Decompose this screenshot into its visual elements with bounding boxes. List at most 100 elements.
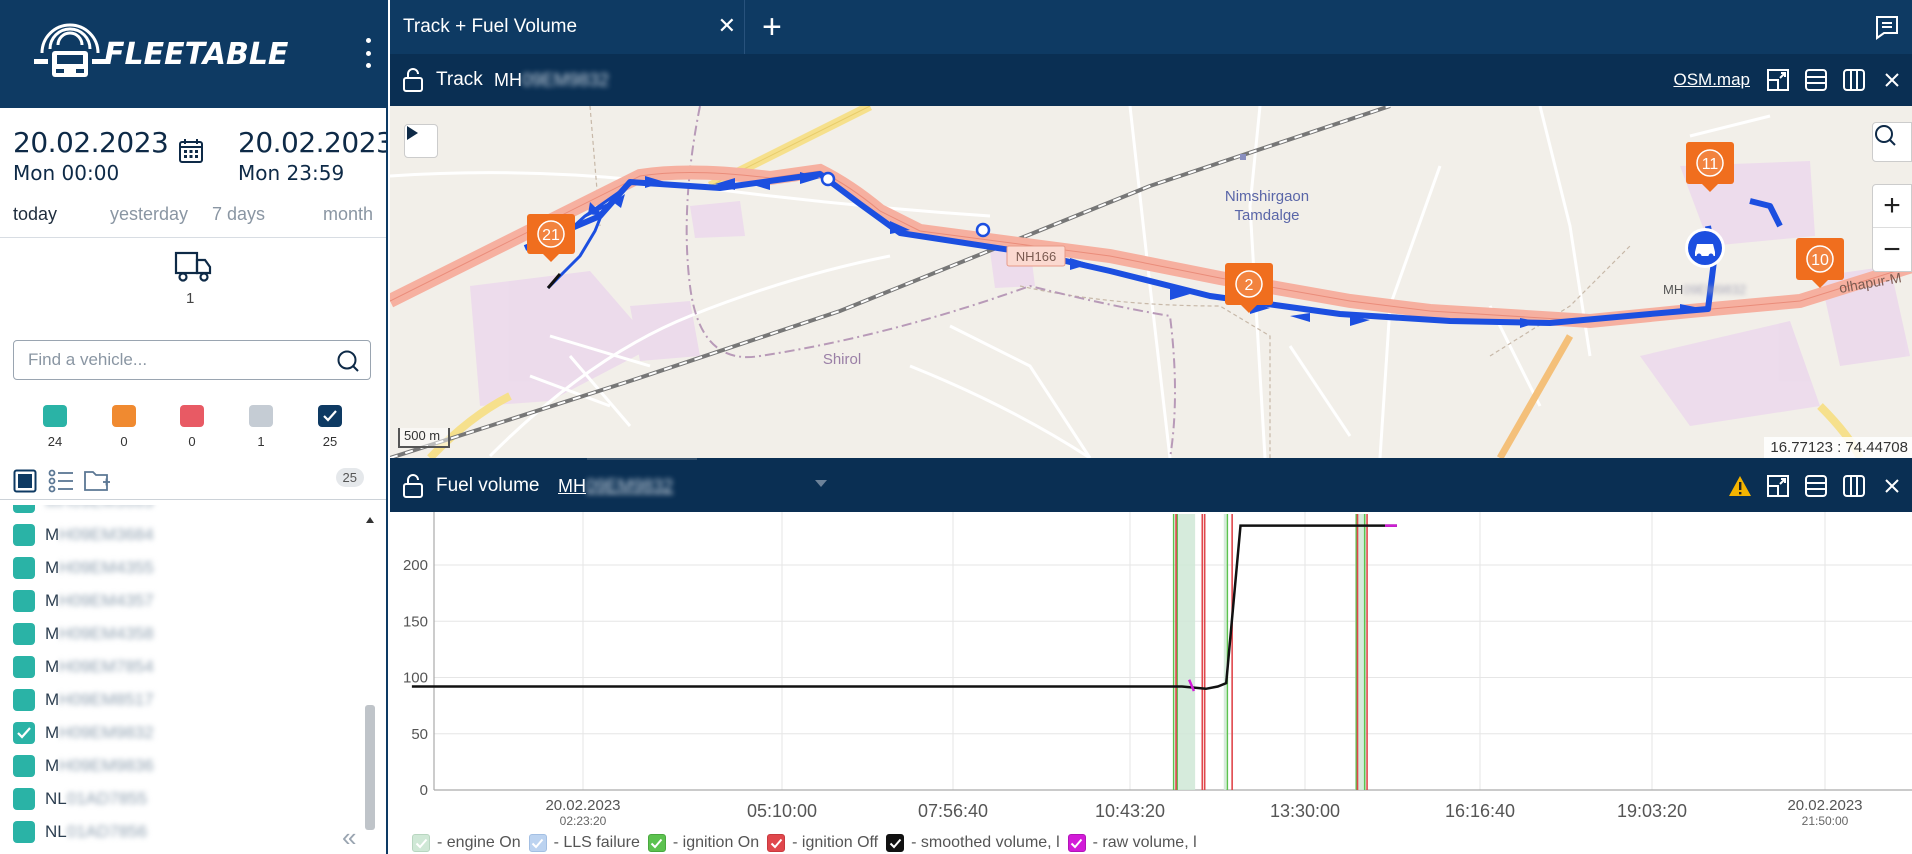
quick-7days[interactable]: 7 days [212, 204, 265, 225]
tab-track-fuel[interactable]: Track + Fuel Volume ✕ [390, 0, 745, 54]
check-icon [531, 838, 544, 848]
x-tick-label: 10:43:20 [1095, 801, 1165, 821]
status-filter-offline[interactable]: 1 [248, 405, 274, 449]
status-filter-online[interactable]: 24 [42, 405, 68, 449]
search-icon[interactable] [336, 349, 360, 373]
checkbox[interactable] [13, 820, 35, 843]
vehicle-name-rest: 01AD7855 [66, 788, 148, 808]
tab-bar: Track + Fuel Volume ✕ + [390, 0, 1912, 54]
map-marker[interactable]: 21 [527, 214, 575, 262]
list-view-icon[interactable] [48, 469, 74, 493]
legend-item[interactable]: - engine On [412, 834, 521, 852]
legend-checkbox[interactable] [412, 834, 430, 852]
truck-icon[interactable] [174, 250, 212, 284]
map-search-button[interactable] [1872, 122, 1912, 162]
vehicle-search-input[interactable] [14, 341, 314, 379]
status-filter-alarm[interactable]: 0 [179, 405, 205, 449]
checkbox[interactable] [13, 787, 35, 810]
split-vertical-icon[interactable] [1840, 66, 1868, 94]
warning-icon[interactable] [1726, 472, 1754, 500]
legend-checkbox[interactable] [1067, 834, 1086, 852]
add-tab-icon[interactable]: + [762, 8, 782, 47]
zoom-in-button[interactable]: + [1873, 185, 1911, 228]
date-from[interactable]: 20.02.2023 Mon 00:00 [13, 126, 169, 185]
vehicle-name-prefix: NL [45, 821, 67, 841]
checkbox[interactable] [13, 655, 35, 678]
checkbox[interactable] [13, 622, 35, 645]
list-item[interactable]: MH09EM9832 [0, 716, 360, 749]
sidebar-menu-icon[interactable] [364, 38, 372, 68]
play-track-button[interactable] [404, 124, 438, 158]
track-map[interactable]: 21 2 11 10 Nimshirgaon Tamdalge NH166 Sh… [390, 106, 1912, 458]
chevron-down-icon[interactable] [815, 480, 827, 487]
split-horizontal-icon[interactable] [1802, 472, 1830, 500]
split-vertical-icon[interactable] [1840, 472, 1868, 500]
checkbox[interactable] [13, 688, 35, 711]
fleetable-logo-icon [34, 23, 106, 77]
maximize-panel-icon[interactable] [1764, 472, 1792, 500]
quick-month[interactable]: month [323, 204, 373, 225]
map-source-link[interactable]: OSM.map [1673, 70, 1750, 90]
status-filter-all[interactable]: 25 [317, 405, 343, 449]
add-folder-icon[interactable] [83, 468, 111, 494]
legend-item[interactable]: - raw volume, l [1067, 834, 1197, 852]
legend-item[interactable]: - LLS failure [528, 834, 640, 852]
unlock-icon[interactable] [402, 474, 424, 498]
select-all-icon[interactable] [13, 469, 37, 493]
svg-text:11: 11 [1702, 156, 1719, 173]
list-item[interactable]: MH09EM3684 [0, 518, 360, 551]
legend-item[interactable]: - smoothed volume, l [886, 834, 1060, 852]
list-item[interactable]: MH09EM9836 [0, 749, 360, 782]
checkbox-checked[interactable] [13, 721, 35, 744]
y-tick-label: 100 [403, 670, 428, 687]
status-filter-idle[interactable]: 0 [111, 405, 137, 449]
track-panel-tools: OSM.map [1673, 66, 1906, 94]
zoom-out-button[interactable]: − [1873, 228, 1911, 271]
close-panel-icon[interactable] [1878, 472, 1906, 500]
checkbox[interactable] [13, 754, 35, 777]
checkbox[interactable] [13, 589, 35, 612]
maximize-panel-icon[interactable] [1764, 66, 1792, 94]
scroll-thumb[interactable] [365, 705, 375, 830]
legend-item[interactable]: - ignition On [647, 834, 759, 852]
fuel-chart[interactable]: 0 50 100 150 200 20.02.2023 02:23:20 05:10:00 07… [390, 512, 1912, 854]
svg-text:10: 10 [1811, 252, 1829, 269]
list-item[interactable]: NL01AD7856 [0, 815, 360, 848]
vehicle-list-scrollbar[interactable] [363, 505, 377, 854]
legend-checkbox[interactable] [528, 834, 547, 852]
legend-item[interactable]: - ignition Off [767, 834, 878, 852]
date-to[interactable]: 20.02.2023 Mon 23:59 [238, 126, 386, 185]
list-item[interactable]: MH09EM4357 [0, 584, 360, 617]
vehicle-position-icon[interactable] [1685, 228, 1725, 268]
checkbox[interactable] [13, 523, 35, 546]
list-item[interactable]: MH09EM4355 [0, 551, 360, 584]
date-range: 20.02.2023 Mon 00:00 20.02.2023 Mon 23:5… [0, 108, 386, 238]
date-from-time: Mon 00:00 [13, 161, 120, 185]
vehicle-name: MH09EM9836 [45, 756, 154, 776]
vehicle-name-rest: H09EM4357 [59, 590, 154, 610]
quick-yesterday[interactable]: yesterday [110, 204, 188, 225]
list-item[interactable]: MH09EM8517 [0, 683, 360, 716]
check-icon [889, 838, 901, 848]
list-item[interactable]: MH09EM4358 [0, 617, 360, 650]
x-tick-label: 07:56:40 [918, 801, 988, 821]
status-swatch [249, 405, 273, 427]
search-icon [1875, 125, 1896, 146]
list-item[interactable]: NL01AD7855 [0, 782, 360, 815]
calendar-icon[interactable] [178, 138, 204, 164]
split-horizontal-icon[interactable] [1802, 66, 1830, 94]
fuel-panel-header: Fuel volume MH09EM9832 [390, 458, 1912, 512]
list-item[interactable]: MH09EM7854 [0, 650, 360, 683]
checkbox[interactable] [13, 556, 35, 579]
list-toolbar: 25 [0, 464, 386, 500]
fuel-vehicle-select[interactable]: MH09EM9832 [558, 476, 673, 497]
legend-checkbox[interactable] [767, 834, 786, 852]
close-tab-icon[interactable]: ✕ [718, 13, 736, 39]
legend-checkbox[interactable] [647, 834, 666, 852]
collapse-sidebar-icon[interactable]: « [342, 822, 356, 853]
legend-checkbox[interactable] [886, 834, 905, 852]
chat-icon[interactable] [1874, 14, 1900, 40]
close-panel-icon[interactable] [1878, 66, 1906, 94]
quick-today[interactable]: today [13, 204, 57, 225]
unlock-icon[interactable] [402, 68, 424, 92]
